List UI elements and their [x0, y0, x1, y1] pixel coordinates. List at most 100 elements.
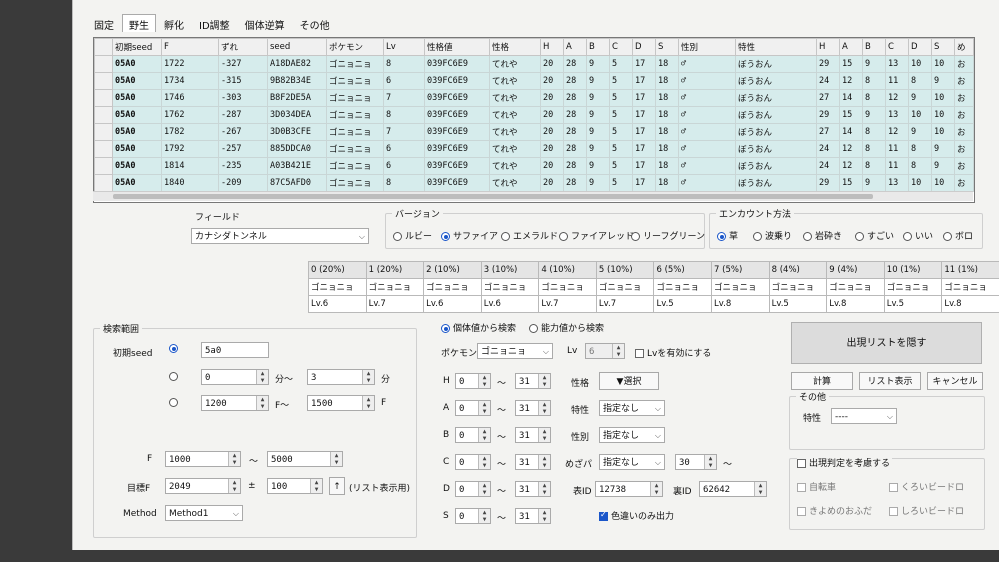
row-header[interactable]	[94, 157, 113, 175]
column-header[interactable]: 性別	[678, 38, 736, 56]
stat-max-input-2[interactable]: 31 ▲ ▼	[515, 427, 551, 443]
target-f-input[interactable]: 2049 ▲ ▼	[165, 478, 241, 494]
slot-pokemon[interactable]: ゴニョニョ	[826, 278, 885, 296]
stat-min-input-3[interactable]: 0 ▲ ▼	[455, 454, 491, 470]
hide-list-button[interactable]: 出現リストを隠す	[791, 322, 982, 364]
initial-seed-input[interactable]: 5a0	[201, 342, 269, 358]
slot-level[interactable]: Lv.7	[595, 295, 655, 313]
pokemon-select[interactable]: ゴニョニョ ⌵	[477, 343, 553, 359]
column-header[interactable]: D	[632, 38, 656, 56]
slot-level[interactable]: Lv.7	[365, 295, 425, 313]
table-row[interactable]: 05A0 1782 -267 3D0B3CFE ゴニョニョ 7 039FC6E9 てれや 20 2…	[94, 123, 974, 141]
results-grid[interactable]: 初期seed F ずれ seed ポケモン Lv 性格値 性格 H A B C D S 性別 特性 H A B C D S…	[93, 37, 975, 203]
stat-max-input-0[interactable]: 31 ▲ ▼	[515, 373, 551, 389]
row-header[interactable]	[94, 72, 113, 90]
row-header[interactable]	[94, 55, 113, 73]
encounter-radio-2[interactable]: 岩砕き	[803, 229, 842, 242]
slot-pokemon[interactable]: ゴニョニョ	[365, 278, 425, 296]
tid-input[interactable]: 12738 ▲ ▼	[595, 481, 663, 497]
tab-4[interactable]: 個体逆算	[238, 14, 292, 32]
column-header[interactable]: C	[885, 38, 909, 56]
initial-seed-radio[interactable]	[169, 344, 181, 354]
encounter-radio-3[interactable]: すごい	[855, 229, 894, 242]
column-header[interactable]: seed	[267, 38, 327, 56]
appear-item-checkbox-1[interactable]: くろいビードロ	[889, 480, 964, 493]
column-header[interactable]: Lv	[383, 38, 425, 56]
slot-level[interactable]: Lv.6	[308, 295, 367, 313]
appear-checkbox[interactable]: 出現判定を考慮する	[797, 456, 893, 469]
lv-enable-checkbox[interactable]: Lvを有効にする	[635, 346, 711, 359]
minute-to-input[interactable]: 3 ▲ ▼	[307, 369, 375, 385]
slot-level[interactable]: Lv.5	[768, 295, 828, 313]
table-row[interactable]: 05A0 1762 -287 3D034DEA ゴニョニョ 8 039FC6E9 てれや 20 2…	[94, 106, 974, 124]
ability-select[interactable]: 指定なし ⌵	[599, 400, 665, 416]
hidden-power-power-input[interactable]: 30 ▲ ▼	[675, 454, 717, 470]
hidden-power-select[interactable]: 指定なし ⌵	[599, 454, 665, 470]
column-header[interactable]: 特性	[735, 38, 817, 56]
encounter-radio-4[interactable]: いい	[903, 229, 933, 242]
column-header[interactable]: 初期seed	[112, 38, 162, 56]
target-range-input[interactable]: 100 ▲ ▼	[267, 478, 323, 494]
frame-range-radio[interactable]	[169, 398, 181, 408]
version-radio-3[interactable]: ファイアレッド	[559, 229, 634, 242]
slot-level[interactable]: Lv.8	[941, 295, 999, 313]
sid-input[interactable]: 62642 ▲ ▼	[699, 481, 767, 497]
row-header[interactable]	[94, 89, 113, 107]
encounter-radio-5[interactable]: ボロ	[943, 229, 973, 242]
row-header[interactable]	[94, 140, 113, 158]
stat-min-input-1[interactable]: 0 ▲ ▼	[455, 400, 491, 416]
slot-pokemon[interactable]: ゴニョニョ	[538, 278, 597, 296]
stat-max-input-3[interactable]: 31 ▲ ▼	[515, 454, 551, 470]
list-display-button[interactable]: リスト表示	[859, 372, 921, 390]
column-header[interactable]: ずれ	[218, 38, 268, 56]
column-header[interactable]: 性格値	[424, 38, 490, 56]
mode-stat-radio[interactable]: 能力値から検索	[529, 321, 604, 334]
column-header[interactable]: B	[586, 38, 610, 56]
column-header[interactable]: S	[655, 38, 679, 56]
stat-max-input-1[interactable]: 31 ▲ ▼	[515, 400, 551, 416]
slot-level[interactable]: Lv.5	[653, 295, 713, 313]
minute-range-radio[interactable]	[169, 372, 181, 382]
tab-0[interactable]: 固定	[87, 14, 121, 32]
column-header[interactable]: A	[839, 38, 863, 56]
up-arrow-button[interactable]: ↑	[329, 477, 345, 495]
column-header[interactable]: 性格	[489, 38, 541, 56]
column-header[interactable]: め	[954, 38, 974, 56]
row-header[interactable]	[94, 106, 113, 124]
slot-pokemon[interactable]: ゴニョニョ	[711, 278, 770, 296]
method-select[interactable]: Method1 ⌵	[165, 505, 243, 521]
gender-select[interactable]: 指定なし ⌵	[599, 427, 665, 443]
stat-min-input-0[interactable]: 0 ▲ ▼	[455, 373, 491, 389]
mode-iv-radio[interactable]: 個体値から検索	[441, 321, 516, 334]
version-radio-4[interactable]: リーフグリーン	[631, 229, 705, 242]
column-header[interactable]: B	[862, 38, 886, 56]
appear-item-checkbox-2[interactable]: きよめのおふだ	[797, 504, 872, 517]
encounter-radio-0[interactable]: 草	[717, 229, 738, 242]
encounter-radio-1[interactable]: 波乗り	[753, 229, 792, 242]
nature-select-button[interactable]: ▼選択	[599, 372, 659, 390]
slot-pokemon[interactable]: ゴニョニョ	[595, 278, 655, 296]
other-ability-select[interactable]: ---- ⌵	[831, 408, 897, 424]
column-header[interactable]: F	[161, 38, 219, 56]
slot-pokemon[interactable]: ゴニョニョ	[423, 278, 482, 296]
table-row[interactable]: 05A0 1840 -209 87C5AFD0 ゴニョニョ 8 039FC6E9 てれや 20 2…	[94, 174, 974, 192]
table-row[interactable]: 05A0 1792 -257 885DDCA0 ゴニョニョ 6 039FC6E9 てれや 20 2…	[94, 140, 974, 158]
column-header[interactable]: S	[931, 38, 955, 56]
table-row[interactable]: 05A0 1746 -303 B8F2DE5A ゴニョニョ 7 039FC6E9 てれや 20 2…	[94, 89, 974, 107]
lv-input[interactable]: 6 ▲ ▼	[585, 343, 625, 359]
version-radio-1[interactable]: サファイア	[441, 229, 498, 242]
shiny-only-checkbox[interactable]: 色違いのみ出力	[599, 509, 674, 522]
column-header[interactable]: A	[563, 38, 587, 56]
slot-pokemon[interactable]: ゴニョニョ	[941, 278, 999, 296]
minute-from-input[interactable]: 0 ▲ ▼	[201, 369, 269, 385]
slot-pokemon[interactable]: ゴニョニョ	[883, 278, 943, 296]
stat-min-input-4[interactable]: 0 ▲ ▼	[455, 481, 491, 497]
results-scrollbar[interactable]	[93, 191, 973, 201]
stat-min-input-2[interactable]: 0 ▲ ▼	[455, 427, 491, 443]
appear-item-checkbox-0[interactable]: 自転車	[797, 480, 836, 493]
slot-pokemon[interactable]: ゴニョニョ	[480, 278, 540, 296]
slot-pokemon[interactable]: ゴニョニョ	[308, 278, 367, 296]
column-header[interactable]: H	[540, 38, 564, 56]
scrollbar-thumb[interactable]	[113, 194, 873, 199]
table-row[interactable]: 05A0 1734 -315 9B82B34E ゴニョニョ 6 039FC6E9 てれや 20 2…	[94, 72, 974, 90]
